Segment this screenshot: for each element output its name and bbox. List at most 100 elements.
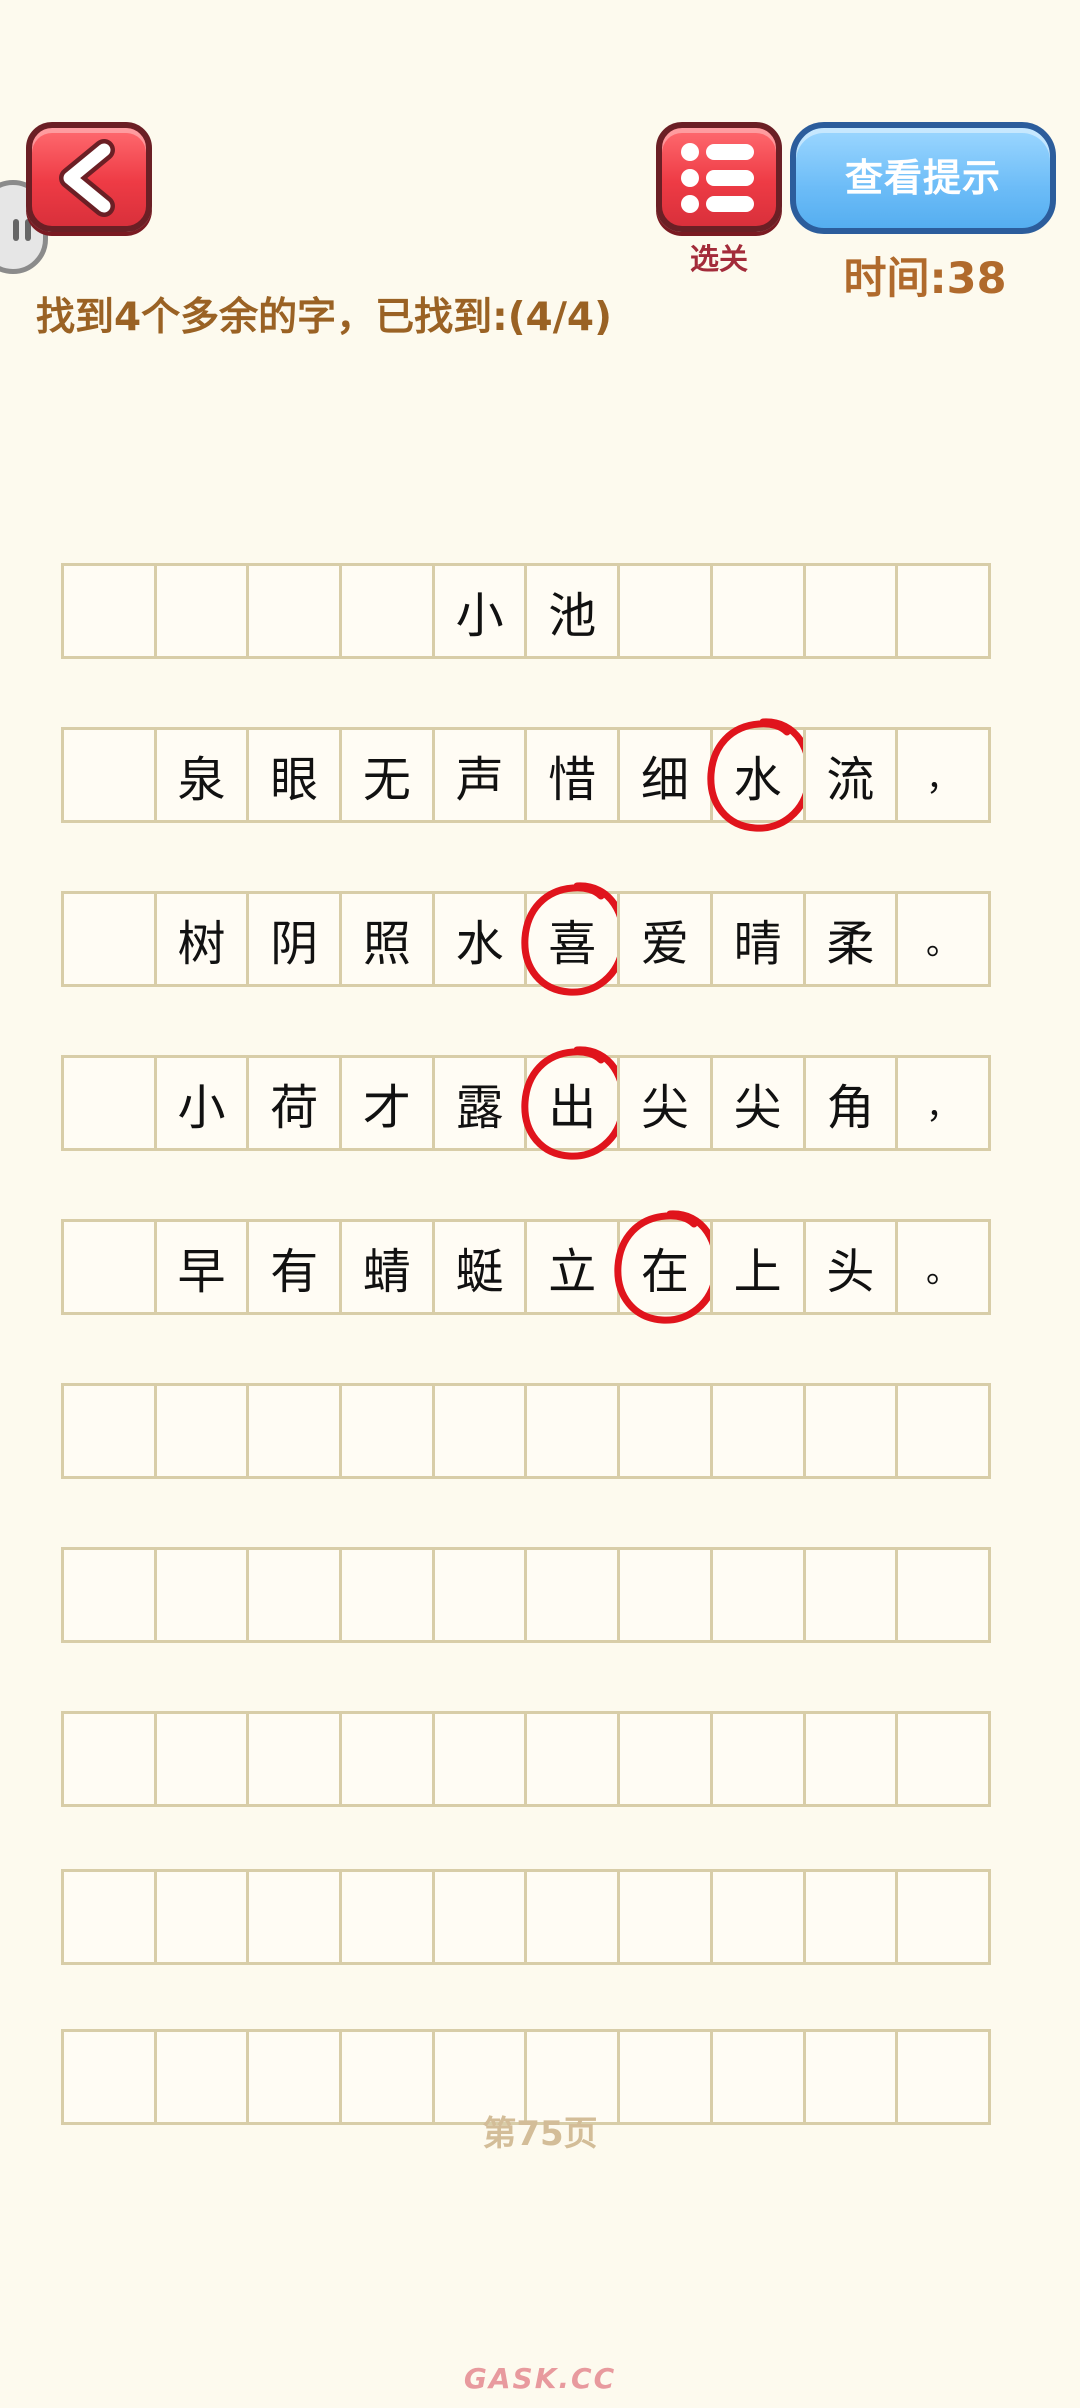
grid-cell[interactable] [246,1711,343,1807]
grid-cell[interactable]: 无 [339,727,435,823]
grid-cell[interactable]: 小 [431,563,528,659]
grid-cell[interactable] [61,1055,157,1151]
grid-cell[interactable]: 立 [524,1219,621,1315]
grid-cell[interactable] [153,1711,250,1807]
grid-row [61,1869,1018,1965]
grid-cell[interactable]: 泉 [153,727,250,823]
grid-cell[interactable] [153,563,250,659]
grid-cell[interactable] [895,1711,991,1807]
grid-cell[interactable]: 出 [521,1046,628,1160]
grid-cell[interactable] [895,563,991,659]
grid-cell[interactable] [339,1869,435,1965]
grid-cell[interactable]: 荷 [246,1055,343,1151]
grid-cell[interactable] [709,1869,806,1965]
grid-cell[interactable]: 阴 [246,891,343,987]
grid-cell[interactable] [61,1383,157,1479]
grid-cell[interactable]: 露 [431,1055,528,1151]
grid-cell[interactable]: 早 [153,1219,250,1315]
grid-cell[interactable]: 树 [153,891,250,987]
grid-cell[interactable] [524,1711,621,1807]
grid-cell[interactable] [802,1869,899,1965]
grid-cell[interactable] [61,1711,157,1807]
grid-cell[interactable] [709,1711,806,1807]
grid-cell[interactable]: 晴 [709,891,806,987]
grid-cell[interactable]: 。 [895,891,991,987]
grid-cell[interactable] [524,1869,621,1965]
grid-cell[interactable] [617,1869,713,1965]
grid-cell[interactable]: 池 [524,563,621,659]
grid-cell[interactable] [709,1383,806,1479]
back-button[interactable] [26,122,152,232]
grid-cell[interactable] [153,1547,250,1643]
grid-row: 小荷才露出尖尖角， [61,1046,1018,1160]
grid-cell[interactable] [524,1547,621,1643]
grid-cell[interactable] [802,1383,899,1479]
grid-cell[interactable] [61,563,157,659]
grid-cell[interactable]: 惜 [524,727,621,823]
grid-cell[interactable]: ， [895,1055,991,1151]
grid-cell[interactable] [61,891,157,987]
found-circle-mark [521,1046,628,1160]
grid-cell[interactable] [895,1383,991,1479]
list-icon [681,143,754,213]
grid-cell[interactable]: 喜 [521,882,628,996]
grid-cell[interactable]: 。 [895,1219,991,1315]
grid-cell[interactable] [61,1547,157,1643]
grid-cell[interactable] [617,1383,713,1479]
grid-cell[interactable]: 小 [153,1055,250,1151]
grid-cell[interactable]: 头 [802,1219,899,1315]
grid-cell[interactable]: 水 [431,891,528,987]
level-select-button[interactable] [656,122,782,232]
grid-cell[interactable] [61,1219,157,1315]
grid-cell[interactable]: 在 [614,1210,721,1324]
grid-cell[interactable] [895,1869,991,1965]
grid-cell[interactable]: 柔 [802,891,899,987]
grid-cell[interactable] [246,1383,343,1479]
grid-cell[interactable] [339,1383,435,1479]
grid-cell[interactable]: 流 [802,727,899,823]
grid-cell[interactable]: 有 [246,1219,343,1315]
grid-cell[interactable] [153,1869,250,1965]
grid-cell[interactable] [617,1711,713,1807]
grid-cell[interactable] [431,1547,528,1643]
grid-cell[interactable] [617,1547,713,1643]
grid-cell[interactable] [339,563,435,659]
grid-cell[interactable] [802,563,899,659]
grid-cell[interactable] [802,1547,899,1643]
grid-row [61,1547,1018,1643]
grid-cell[interactable]: 声 [431,727,528,823]
grid-cell[interactable] [709,563,806,659]
grid-cell[interactable]: 才 [339,1055,435,1151]
grid-cell[interactable]: 爱 [617,891,713,987]
grid-cell[interactable] [895,1547,991,1643]
grid-cell[interactable] [617,563,713,659]
grid-cell[interactable] [61,1869,157,1965]
grid-cell[interactable] [339,1711,435,1807]
grid-cell[interactable]: 上 [709,1219,806,1315]
grid-cell[interactable] [431,1869,528,1965]
grid-cell[interactable]: 照 [339,891,435,987]
view-hint-button[interactable]: 查看提示 [790,122,1056,234]
grid-cell[interactable] [153,1383,250,1479]
grid-cell[interactable] [524,1383,621,1479]
timer: 时间:38 [843,254,1007,304]
grid-cell[interactable]: 水 [707,718,813,832]
grid-cell[interactable]: 蜓 [431,1219,528,1315]
watermark: GASK.CC [463,2362,617,2395]
grid-cell[interactable]: 蜻 [339,1219,435,1315]
grid-cell[interactable]: 尖 [617,1055,713,1151]
grid-cell[interactable] [246,563,343,659]
grid-cell[interactable] [246,1869,343,1965]
grid-cell[interactable]: 眼 [246,727,343,823]
grid-cell[interactable] [431,1711,528,1807]
grid-cell[interactable]: 尖 [709,1055,806,1151]
grid-cell[interactable] [431,1383,528,1479]
grid-cell[interactable]: 细 [617,727,713,823]
grid-cell[interactable] [709,1547,806,1643]
grid-cell[interactable]: ， [895,727,991,823]
grid-cell[interactable] [246,1547,343,1643]
grid-cell[interactable] [61,727,157,823]
grid-cell[interactable]: 角 [802,1055,899,1151]
grid-cell[interactable] [802,1711,899,1807]
grid-cell[interactable] [339,1547,435,1643]
